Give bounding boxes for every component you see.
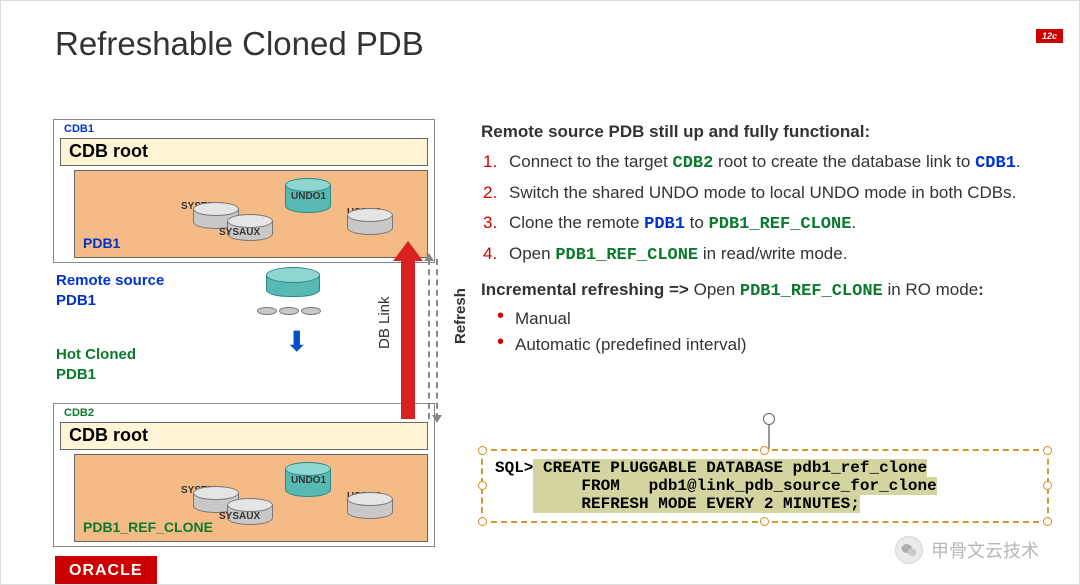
sql-line-1: SQL> CREATE PLUGGABLE DATABASE pdb1_ref_… — [495, 459, 1035, 477]
architecture-diagram: CDB1 CDB root PDB1 UNDO1 SYSTEM SYSAUX — [53, 119, 461, 569]
cdb2-root: CDB root — [60, 422, 428, 450]
step-1: 1.Connect to the target CDB2 root to cre… — [503, 149, 1051, 177]
oracle-logo: ORACLE — [55, 556, 157, 584]
refresh-label: Refresh — [452, 288, 469, 344]
dblink-line-icon — [436, 259, 438, 419]
step-4: 4.Open PDB1_REF_CLONE in read/write mode… — [503, 241, 1051, 269]
selection-handle-icon[interactable] — [478, 446, 487, 455]
step-2: 2.Switch the shared UNDO mode to local U… — [503, 180, 1051, 206]
heading-incremental: Incremental refreshing => Open PDB1_REF_… — [481, 277, 1051, 305]
step-3: 3.Clone the remote PDB1 to PDB1_REF_CLON… — [503, 210, 1051, 238]
steps-list: 1.Connect to the target CDB2 root to cre… — [481, 149, 1051, 269]
watermark-text: 甲骨文云技术 — [931, 537, 1039, 563]
disk-stack-icon — [259, 275, 319, 315]
sql-line-3: SQL> REFRESH MODE EVERY 2 MINUTES; — [495, 495, 1035, 513]
refresh-arrow-icon — [401, 259, 415, 419]
rotate-handle-icon[interactable] — [763, 413, 775, 425]
selection-handle-icon[interactable] — [760, 517, 769, 526]
cdb1-container: CDB1 CDB root PDB1 UNDO1 SYSTEM SYSAUX — [53, 119, 435, 263]
slide-title: Refreshable Cloned PDB — [55, 25, 424, 63]
bullet-manual: Manual — [515, 306, 1051, 332]
bullet-automatic: Automatic (predefined interval) — [515, 332, 1051, 358]
selection-handle-icon[interactable] — [760, 446, 769, 455]
cdb2-label: CDB2 — [64, 407, 94, 419]
version-badge: 12c — [1036, 29, 1063, 43]
cdb2-container: CDB2 CDB root PDB1_REF_CLONE UNDO1 SYSTE… — [53, 403, 435, 547]
hot-cloned-label: Hot ClonedPDB1 — [56, 345, 136, 384]
cdb1-label: CDB1 — [64, 123, 94, 135]
pdb1-ref-clone-label: PDB1_REF_CLONE — [83, 519, 213, 535]
selection-handle-icon[interactable] — [1043, 481, 1052, 490]
pdb1-ref-clone-box: PDB1_REF_CLONE UNDO1 SYSTEM SYSAUX USERS — [74, 454, 428, 542]
selection-handle-icon[interactable] — [1043, 446, 1052, 455]
sql-code-box[interactable]: SQL> CREATE PLUGGABLE DATABASE pdb1_ref_… — [481, 449, 1049, 523]
content-text: Remote source PDB still up and fully fun… — [481, 119, 1051, 357]
selection-handle-icon[interactable] — [478, 481, 487, 490]
undo-cylinder-icon: UNDO1 — [285, 185, 331, 213]
refresh-mode-list: Manual Automatic (predefined interval) — [481, 306, 1051, 357]
heading-remote-source: Remote source PDB still up and fully fun… — [481, 119, 1051, 145]
dblink-label: DB Link — [376, 296, 393, 349]
watermark: 甲骨文云技术 — [895, 536, 1039, 564]
pdb1-box: PDB1 UNDO1 SYSTEM SYSAUX USERS — [74, 170, 428, 258]
wechat-icon — [895, 536, 923, 564]
selection-handle-icon[interactable] — [478, 517, 487, 526]
clone-arrow-icon: ⬇ — [285, 325, 308, 358]
dblink-line-icon — [428, 259, 430, 419]
rotate-stem — [768, 425, 770, 449]
remote-source-label: Remote sourcePDB1 — [56, 271, 164, 310]
selection-handle-icon[interactable] — [1043, 517, 1052, 526]
users-cylinder-icon — [347, 499, 393, 519]
sql-line-2: SQL> FROM pdb1@link_pdb_source_for_clone — [495, 477, 1035, 495]
pdb1-label: PDB1 — [83, 235, 120, 251]
undo-cylinder-icon: UNDO1 — [285, 469, 331, 497]
cdb1-root: CDB root — [60, 138, 428, 166]
users-cylinder-icon — [347, 215, 393, 235]
